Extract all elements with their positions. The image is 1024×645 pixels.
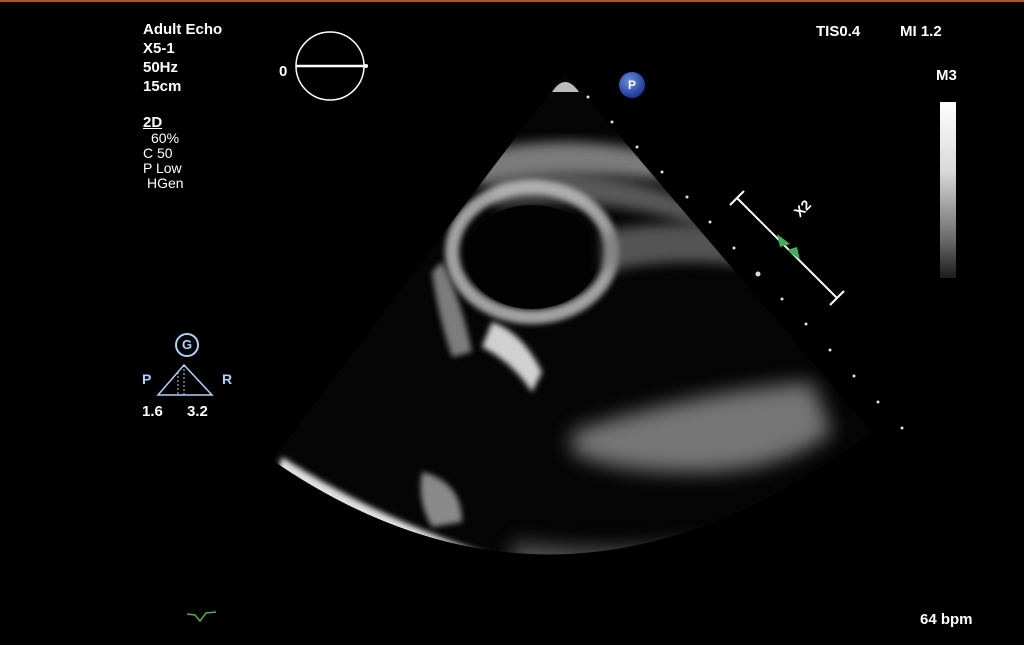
ultrasound-screen: Adult Echo X5-1 50Hz 15cm 2D 60% C 50 P … — [132, 2, 990, 645]
focus-right-value: 3.2 — [187, 403, 208, 420]
probe-label: X5-1 — [143, 40, 175, 57]
persistence-param: P Low — [143, 160, 182, 176]
ecg-trace-icon — [186, 611, 217, 623]
mode-label: 2D — [143, 114, 163, 131]
focus-triangle-icon — [156, 363, 214, 396]
focus-left-value: 1.6 — [142, 403, 163, 420]
heart-rate: 64 bpm — [920, 611, 973, 628]
angle-indicator — [295, 31, 368, 101]
grayscale-map-label: M3 — [936, 67, 957, 84]
focus-left-label: P — [142, 371, 152, 387]
frame-rate-label: 50Hz — [143, 59, 179, 76]
depth-label: 15cm — [143, 78, 182, 95]
orientation-marker-icon: P — [619, 72, 645, 98]
compress-param: C 50 — [143, 145, 173, 161]
gain-icon: G — [175, 333, 199, 357]
sector-scan-area — [272, 72, 872, 555]
angle-value: 0 — [279, 63, 288, 80]
mode-parameters: 2D 60% C 50 P Low HGen — [143, 115, 184, 191]
frequency-param: HGen — [147, 175, 184, 191]
power-param: 60% — [151, 130, 180, 146]
focus-right-label: R — [222, 371, 233, 387]
preset-label: Adult Echo — [143, 21, 223, 38]
tis-index: TIS0.4 — [816, 23, 861, 40]
mi-index: MI 1.2 — [900, 23, 942, 40]
grayscale-bar — [940, 102, 956, 278]
image-header: Adult Echo X5-1 50Hz 15cm — [143, 20, 222, 96]
echo-image — [156, 31, 904, 623]
